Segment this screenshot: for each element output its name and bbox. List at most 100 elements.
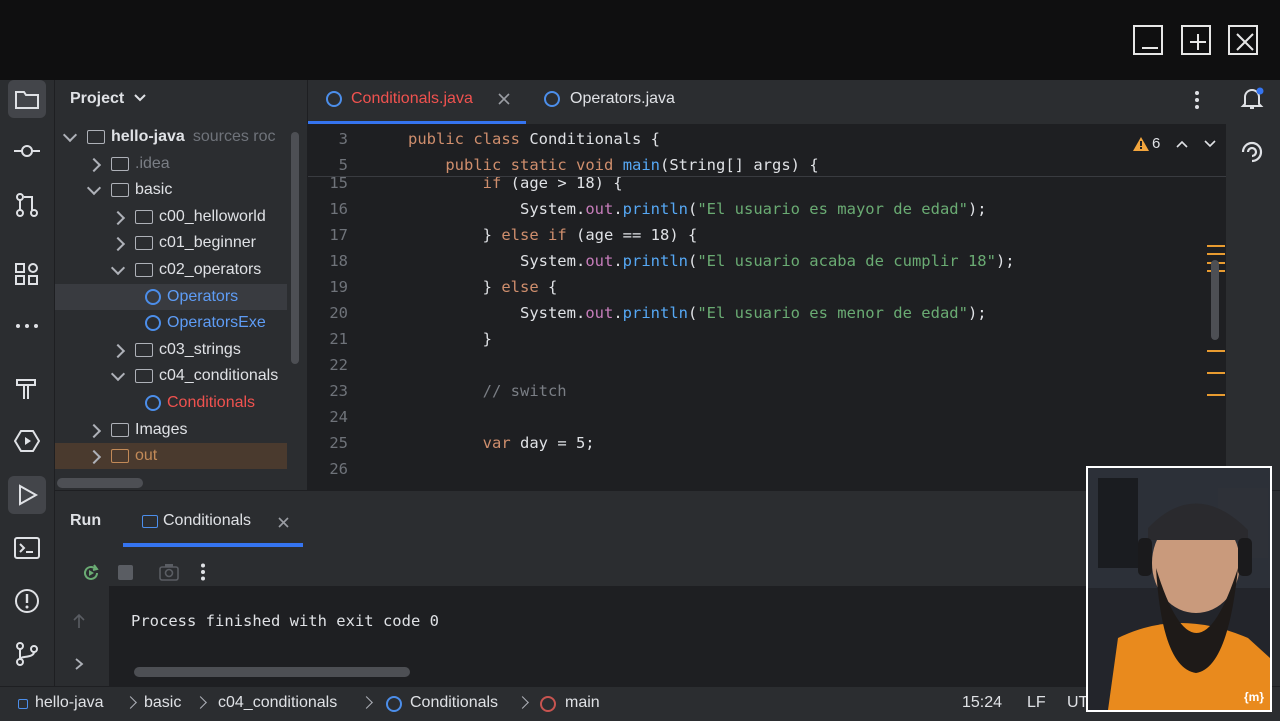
- editor-vertical-scrollbar[interactable]: [1211, 260, 1219, 340]
- breadcrumb-class[interactable]: Conditionals: [410, 687, 498, 721]
- tree-horizontal-scrollbar[interactable]: [57, 478, 143, 488]
- commit-icon[interactable]: [13, 137, 41, 165]
- tab-options-icon[interactable]: [1194, 90, 1200, 110]
- chevron-right-icon[interactable]: [86, 423, 102, 438]
- channel-logo: {m}: [1243, 690, 1264, 704]
- warning-marker[interactable]: [1207, 350, 1225, 352]
- chevron-down-icon[interactable]: [110, 260, 126, 276]
- breadcrumb-project[interactable]: hello-java: [35, 687, 103, 721]
- chevron-right-icon[interactable]: [74, 658, 84, 670]
- right-tool-strip: [1225, 80, 1280, 490]
- tree-item-c02-operators[interactable]: c02_operators: [55, 257, 287, 283]
- chevron-right-icon[interactable]: [110, 237, 126, 252]
- chevron-right-icon[interactable]: [86, 157, 102, 172]
- chevron-down-icon[interactable]: [110, 367, 126, 382]
- tab-conditionals-java[interactable]: Conditionals.java: [308, 80, 526, 124]
- folder-icon: [111, 183, 129, 198]
- tree-item-c01-beginner[interactable]: c01_beginner: [55, 230, 287, 256]
- tab-operators-java[interactable]: Operators.java: [526, 80, 706, 124]
- ai-assistant-icon[interactable]: [1239, 138, 1265, 169]
- tree-item-operatorsexe[interactable]: OperatorsExe: [55, 310, 287, 336]
- cursor-position[interactable]: 15:24: [962, 687, 1002, 721]
- services-icon[interactable]: [13, 427, 41, 455]
- breadcrumb-subpackage[interactable]: c04_conditionals: [218, 687, 337, 721]
- java-class-icon: [326, 91, 342, 107]
- rerun-icon[interactable]: [81, 563, 101, 583]
- chevron-right-icon[interactable]: [86, 450, 102, 465]
- run-icon[interactable]: [8, 476, 46, 514]
- tree-item-out[interactable]: out: [55, 443, 287, 470]
- line-number: 25: [329, 434, 348, 452]
- tree-item-hello-java[interactable]: hello-java sources roc: [55, 124, 287, 150]
- line-number: 26: [329, 460, 348, 478]
- breadcrumb-separator-icon: [360, 696, 373, 709]
- notifications-bell-icon[interactable]: [1239, 86, 1265, 117]
- warning-icon: [1133, 137, 1149, 151]
- tree-item-operators[interactable]: Operators: [55, 283, 287, 310]
- chevron-down-icon[interactable]: [86, 181, 102, 196]
- arrow-up-icon[interactable]: [73, 613, 85, 629]
- chevron-down-icon[interactable]: [62, 127, 78, 143]
- tree-item-label: c01_beginner: [159, 234, 256, 252]
- breadcrumb-method[interactable]: main: [565, 687, 600, 721]
- code-text: var day = 5;: [482, 434, 595, 452]
- close-icon[interactable]: [1228, 25, 1258, 55]
- tree-vertical-scrollbar[interactable]: [291, 132, 299, 364]
- tree-item-conditionals[interactable]: Conditionals: [55, 390, 287, 416]
- code-text: if (age > 18) {: [482, 176, 623, 192]
- plus-icon[interactable]: [1181, 25, 1211, 55]
- code-area[interactable]: 15 if (age > 18) {16 System.out.println(…: [308, 176, 1208, 490]
- editor-tabs: Conditionals.java Operators.java: [308, 80, 1226, 125]
- build-hammer-icon[interactable]: [13, 374, 41, 402]
- tree-item-c04-conditionals[interactable]: c04_conditionals: [55, 363, 287, 389]
- code-text: System.out.println("El usuario es mayor …: [408, 200, 987, 218]
- breadcrumb-separator-icon: [516, 696, 529, 709]
- tree-item-label: c00_helloworld: [159, 207, 266, 225]
- git-icon[interactable]: [13, 640, 41, 668]
- close-tab-icon[interactable]: [498, 93, 510, 105]
- structure-icon[interactable]: [13, 260, 41, 288]
- tree-item-c00-helloworld[interactable]: c00_helloworld: [55, 204, 287, 230]
- pull-requests-icon[interactable]: [13, 191, 41, 219]
- tree-item-suffix: sources roc: [192, 128, 276, 145]
- tree-item-basic[interactable]: basic: [55, 177, 287, 203]
- run-options-icon[interactable]: [200, 563, 206, 581]
- code-text: public class Conditionals {: [408, 130, 660, 148]
- tab-run-conditionals[interactable]: Conditionals: [123, 491, 303, 547]
- more-tools-icon[interactable]: [13, 312, 41, 340]
- warning-marker[interactable]: [1207, 372, 1225, 374]
- tree-item-label: OperatorsExe: [167, 314, 266, 332]
- tree-item-c03-strings[interactable]: c03_strings: [55, 337, 287, 363]
- breadcrumb-package[interactable]: basic: [144, 687, 181, 721]
- warning-marker[interactable]: [1207, 245, 1225, 247]
- chevron-up-icon[interactable]: [1176, 139, 1188, 149]
- chevron-right-icon[interactable]: [110, 210, 126, 225]
- project-panel-title[interactable]: Project: [70, 90, 146, 108]
- tree-item-idea[interactable]: .idea: [55, 151, 287, 177]
- console-horizontal-scrollbar[interactable]: [134, 667, 410, 677]
- stop-icon[interactable]: [118, 565, 133, 580]
- minimize-icon[interactable]: [1133, 25, 1163, 55]
- warning-marker[interactable]: [1207, 253, 1225, 255]
- warning-marker[interactable]: [1207, 394, 1225, 396]
- code-editor: Conditionals.java Operators.java 15 if (…: [308, 80, 1226, 490]
- tree-item-label: out: [135, 447, 158, 465]
- tree-item-label: basic: [135, 181, 173, 199]
- run-panel-title: Run: [70, 512, 102, 529]
- problems-icon[interactable]: [13, 587, 41, 615]
- tree-item-images[interactable]: Images: [55, 417, 287, 443]
- line-number: 16: [329, 200, 348, 218]
- camera-icon[interactable]: [159, 563, 179, 581]
- run-config-icon: [142, 515, 158, 528]
- tree-item-label: hello-java sources roc: [111, 128, 276, 145]
- terminal-icon[interactable]: [13, 534, 41, 562]
- line-number: 18: [329, 252, 348, 270]
- method-icon: [540, 696, 556, 712]
- console-output[interactable]: Process finished with exit code 0: [109, 586, 1139, 686]
- chevron-right-icon[interactable]: [110, 343, 126, 358]
- project-folder-icon[interactable]: [8, 80, 46, 118]
- folder-icon: [111, 156, 129, 171]
- close-tab-icon[interactable]: [278, 517, 289, 528]
- chevron-down-icon[interactable]: [1204, 139, 1216, 149]
- line-separator[interactable]: LF: [1027, 687, 1046, 721]
